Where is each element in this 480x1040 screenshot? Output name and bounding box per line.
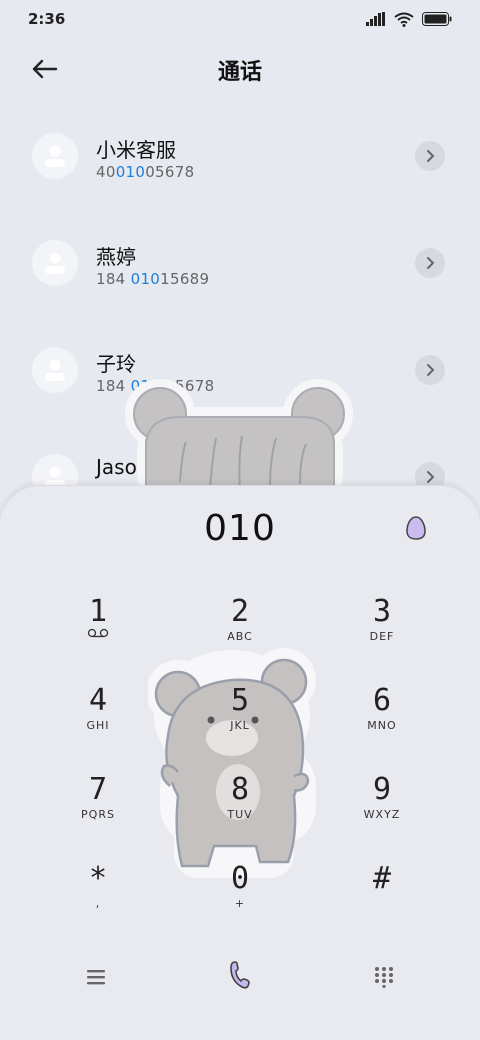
header: 通话 [0,40,480,100]
chevron-right-icon [427,471,435,483]
avatar [32,347,78,393]
contact-detail-button[interactable] [415,248,445,278]
call-button[interactable] [220,955,260,995]
menu-icon [87,970,105,985]
key-9[interactable]: 9 WXYZ [322,774,442,854]
egg-icon [406,516,426,540]
status-bar: 2:36 [0,0,480,38]
chevron-right-icon [427,257,435,269]
key-hash[interactable]: # [322,863,442,943]
key-1[interactable]: 1 [38,596,158,676]
voicemail-icon [87,628,109,638]
key-5[interactable]: 5 JKL [180,685,300,765]
contact-row[interactable]: 小米客服 4001005678 [0,100,480,206]
key-6[interactable]: 6 MNO [322,685,442,765]
key-4[interactable]: 4 GHI [38,685,158,765]
key-7[interactable]: 7 PQRS [38,774,158,854]
menu-button[interactable] [76,957,116,997]
key-0[interactable]: 0 + [180,863,300,943]
keypad-icon [375,967,393,988]
page-title: 通话 [217,60,262,85]
egg-button[interactable] [404,514,428,542]
wifi-icon [394,12,414,27]
avatar [32,240,78,286]
key-2[interactable]: 2 ABC [180,596,300,676]
contact-detail-button[interactable] [415,141,445,171]
key-3[interactable]: 3 DEF [322,596,442,676]
contact-name: 小米客服 [96,138,176,162]
dialpad-actions [0,941,480,1011]
contact-number: 184 01015689 [96,270,210,288]
keypad-toggle-button[interactable] [364,957,404,997]
avatar [32,133,78,179]
key-star[interactable]: * , [38,863,158,943]
contact-row[interactable]: 燕婷 184 01015689 [0,207,480,313]
battery-icon [422,12,452,26]
contact-name: 燕婷 [96,245,136,269]
chevron-right-icon [427,150,435,162]
dialpad-panel: 010 1 2 ABC 3 DEF 4 GHI 5 JKL 6 MNO 7 PQ… [0,485,480,1040]
person-icon [45,252,65,274]
status-time: 2:36 [28,10,66,28]
status-icons [366,12,452,27]
person-icon [45,145,65,167]
key-8[interactable]: 8 TUV [180,774,300,854]
contact-number: 4001005678 [96,163,195,181]
contact-detail-button[interactable] [415,355,445,385]
person-icon [45,359,65,381]
phone-icon [230,961,250,989]
signal-icon [366,12,385,26]
chevron-right-icon [427,364,435,376]
